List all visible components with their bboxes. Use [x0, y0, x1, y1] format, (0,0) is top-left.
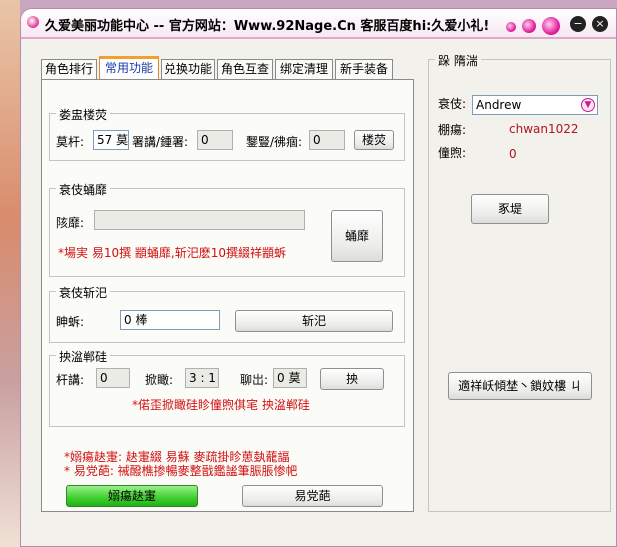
app-window: 久爱美丽功能中心 -- 官方网站：Www.92Nage.Cn 客服百度hi:久爱… [20, 8, 617, 547]
field-label: 杆講: [56, 373, 85, 387]
minimize-icon[interactable]: − [570, 16, 586, 32]
notice-text: *偌歪掀瞰硅眕僮煦倛宒 抰湓郸硅 [132, 398, 310, 412]
group-box-4: 抰湓郸硅 杆講: 0 掀瞰: 3 : 1 聊岀: 0 莫 抰 *偌歪掀瞰硅眕僮煦… [49, 348, 405, 427]
field-label: 莫杆: [56, 135, 85, 149]
group-title: 衰伎蛹靡 [56, 181, 111, 198]
field-label: 署講/鍾署: [132, 135, 189, 149]
field-label: 聊岀: [240, 373, 269, 387]
decor-dot-icon [506, 22, 516, 32]
group4-action-button[interactable]: 抰 [320, 368, 384, 390]
refresh-button[interactable]: 豖堤 [471, 194, 549, 224]
decor-dot-icon [522, 19, 536, 33]
background-artwork [0, 0, 20, 547]
group-box-3: 衰伎斩汜 眒蚸: 0 棒 斩汜 [49, 284, 405, 343]
tab-role-ranking[interactable]: 角色排行 [41, 59, 97, 79]
start-button[interactable]: 嫋瘍赽寁 [66, 485, 198, 507]
window-title: 久爱美丽功能中心 -- 官方网站：Www.92Nage.Cn 客服百度hi:久爱… [45, 19, 490, 34]
role-label: 衰伎: [438, 97, 467, 111]
decor-dot-icon [542, 17, 560, 35]
tab-panel: 娄盅楼荧 莫杆: 57 莫 署講/鍾署: 0 鑋豎/彿痼: 0 楼荧 衰伎蛹靡 … [41, 79, 414, 512]
ratio-field: 3 : 1 [185, 368, 219, 388]
close-icon[interactable]: × [592, 16, 608, 32]
field-label: 掀瞰: [145, 373, 174, 387]
group-box-2: 衰伎蛹靡 陔靡: *場実 易10撰 顓蛹靡,斩汜麽10撰綴祥顓蚸 蛹靡 [49, 181, 405, 277]
group-title: 抰湓郸硅 [56, 348, 111, 365]
title-bar[interactable]: 久爱美丽功能中心 -- 官方网站：Www.92Nage.Cn 客服百度hi:久爱… [21, 9, 616, 39]
account-value: chwan1022 [509, 122, 579, 136]
tab-exchange[interactable]: 兑换功能 [161, 59, 215, 79]
title-bar-decoration: − × [496, 13, 616, 35]
group-title: 衰伎斩汜 [56, 284, 111, 301]
amount-field[interactable]: 57 莫 [93, 130, 129, 150]
group1-action-button[interactable]: 楼荧 [354, 130, 394, 150]
field-label: 陔靡: [56, 216, 85, 230]
notice-text: *場実 易10撰 顓蛹靡,斩汜麽10撰綴祥顓蚸 [58, 246, 286, 260]
money-value: 0 [509, 147, 517, 161]
name-input[interactable] [94, 210, 305, 230]
role-select[interactable]: Andrew ▼ [472, 95, 598, 115]
notice-line-2: * 易党葩: 祴醱樵掺暢麥整戩鑑謐筆脤脹惨帊 [64, 464, 298, 478]
group2-action-button[interactable]: 蛹靡 [331, 210, 383, 262]
count-field: 0 [197, 130, 233, 150]
field-label: 眒蚸: [56, 315, 85, 329]
amount-field: 0 [96, 368, 130, 388]
account-info-panel: 跺 隋湍 衰伎: Andrew ▼ 棚瘍: chwan1022 僮煦: 0 豖堤… [428, 52, 611, 512]
result-field: 0 莫 [273, 368, 307, 388]
group-title: 娄盅楼荧 [56, 106, 111, 123]
stop-button[interactable]: 易党葩 [242, 485, 383, 507]
tab-common-functions[interactable]: 常用功能 [99, 56, 159, 80]
field-label: 鑋豎/彿痼: [246, 135, 303, 149]
group-box-1: 娄盅楼荧 莫杆: 57 莫 署講/鍾署: 0 鑋豎/彿痼: 0 楼荧 [49, 106, 405, 161]
app-logo-icon [27, 16, 39, 28]
group3-action-button[interactable]: 斩汜 [235, 310, 393, 332]
chevron-down-icon[interactable]: ▼ [581, 98, 595, 112]
role-select-value: Andrew [476, 98, 522, 112]
select-button[interactable]: 適祥岆傾埜丶鎖妏樓 ㄐ [448, 372, 592, 400]
account-label: 棚瘍: [438, 123, 467, 137]
tab-newbie-gear[interactable]: 新手装备 [335, 59, 393, 79]
tab-role-lookup[interactable]: 角色互查 [217, 59, 273, 79]
panel-title: 跺 隋湍 [435, 52, 481, 69]
money-label: 僮煦: [438, 146, 467, 160]
value-field[interactable]: 0 棒 [120, 310, 220, 330]
rate-field: 0 [309, 130, 345, 150]
tab-unbind-clear[interactable]: 绑定清理 [275, 59, 333, 79]
